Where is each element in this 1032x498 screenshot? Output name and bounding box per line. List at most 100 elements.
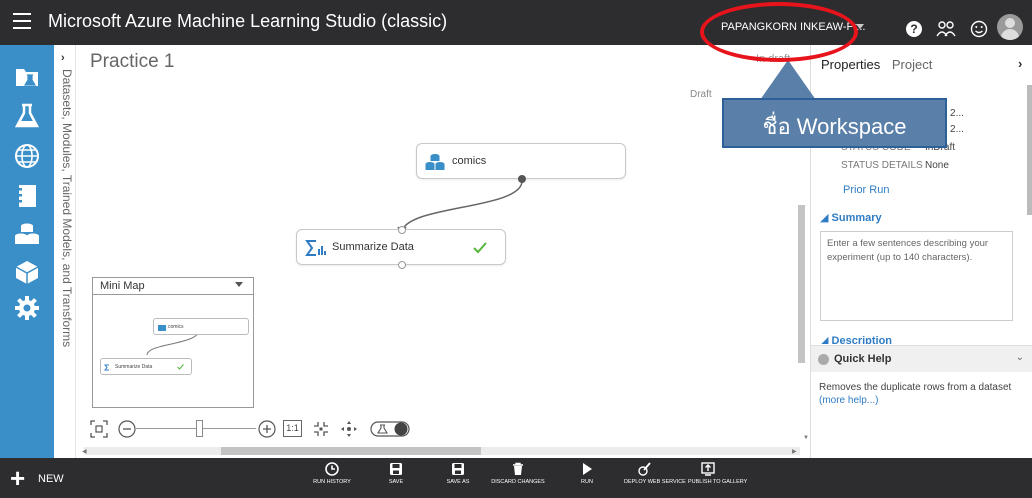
feedback-smiley-icon[interactable] (970, 20, 988, 38)
pan-icon[interactable] (340, 420, 358, 438)
web-services-icon[interactable] (14, 143, 40, 169)
chevron-right-icon[interactable]: › (61, 52, 65, 64)
trained-models-icon[interactable] (14, 259, 40, 285)
save-as-button[interactable]: SAVE AS (438, 462, 478, 496)
node-label: comics (452, 155, 487, 167)
dataset-icon (158, 325, 166, 331)
summary-heading-label: Summary (831, 212, 882, 224)
button-label: RUN HISTORY (313, 479, 351, 485)
module-palette[interactable]: › Datasets, Modules, Trained Models, and… (54, 45, 76, 458)
community-icon[interactable] (936, 20, 956, 38)
quick-help-title: Quick Help (834, 353, 892, 365)
property-row: STATUS DETAILS None (841, 160, 949, 171)
save-button[interactable]: SAVE (376, 462, 416, 496)
deploy-web-service-button[interactable]: DEPLOY WEB SERVICE (624, 462, 686, 496)
input-port[interactable] (398, 226, 406, 234)
mini-map-node-label: Summarize Data (115, 364, 153, 370)
tab-properties[interactable]: Properties (821, 57, 880, 72)
plus-icon: + (10, 463, 26, 493)
zoom-in-icon[interactable] (258, 420, 276, 438)
quick-help-text: Removes the duplicate rows from a datase… (819, 382, 1012, 393)
experiment-canvas[interactable]: Practice 1 In draft Draft comics Summari… (76, 45, 810, 458)
zoom-out-icon[interactable] (118, 420, 136, 438)
property-value: None (925, 160, 949, 171)
button-label: DISCARD CHANGES (491, 479, 545, 485)
run-icon (583, 463, 592, 475)
highlight-ellipse (700, 2, 858, 62)
module-node-summarize-data[interactable]: Summarize Data (296, 226, 506, 269)
vertical-scrollbar[interactable] (798, 205, 805, 363)
prior-run-link[interactable]: Prior Run (843, 184, 889, 196)
palette-label: Datasets, Modules, Trained Models, and T… (60, 69, 74, 348)
button-label: SAVE AS (446, 479, 470, 485)
summary-heading[interactable]: ◢ Summary (820, 211, 882, 224)
description-heading[interactable]: ◢ Description (820, 334, 892, 344)
toggle-experiment-view-icon[interactable] (370, 420, 410, 438)
discard-changes-button[interactable]: DISCARD CHANGES (488, 462, 548, 496)
quick-help-bar[interactable]: Quick Help ⌄ (811, 345, 1032, 372)
actual-size-button[interactable]: 1:1 (283, 420, 302, 437)
zoom-fit-icon[interactable] (312, 420, 330, 438)
scroll-right-arrow-icon[interactable]: ▶ (792, 448, 797, 455)
properties-tabs: Properties Project (821, 57, 932, 72)
fit-to-screen-icon[interactable] (90, 420, 108, 438)
output-port[interactable] (398, 261, 406, 269)
dataset-icon (425, 154, 445, 170)
output-port[interactable] (518, 175, 526, 183)
collapse-triangle-icon: ◢ (820, 212, 832, 224)
publish-icon (701, 462, 715, 476)
mini-map-header[interactable]: Mini Map (93, 278, 253, 295)
scroll-down-arrow-icon[interactable]: ▼ (803, 435, 809, 441)
trash-icon (513, 462, 523, 475)
button-label: SAVE (388, 479, 404, 485)
run-history-button[interactable]: RUN HISTORY (308, 462, 356, 496)
new-label: NEW (38, 473, 64, 485)
mini-map-node: comics (153, 318, 249, 335)
save-as-icon (452, 463, 464, 475)
new-button[interactable]: + NEW (10, 463, 80, 493)
publish-to-gallery-button[interactable]: PUBLISH TO GALLERY (688, 462, 747, 496)
properties-scrollbar[interactable] (1027, 85, 1032, 215)
summarize-sigma-icon (104, 364, 109, 371)
run-button[interactable]: RUN (570, 462, 604, 496)
settings-gear-icon[interactable] (14, 295, 40, 321)
horizontal-scrollbar-thumb[interactable] (221, 447, 481, 455)
callout-text: ชื่อ Workspace (762, 114, 907, 139)
mini-map-title: Mini Map (100, 280, 145, 292)
quick-help-icon (818, 354, 829, 365)
app-title: Microsoft Azure Machine Learning Studio … (48, 11, 448, 31)
connector-line (401, 180, 523, 234)
mini-map[interactable]: Mini Map comics Summarize Data (92, 277, 254, 408)
zoom-toolbar: 1:1 (90, 418, 430, 440)
left-nav (0, 45, 54, 458)
mini-map-node-label: comics (168, 324, 184, 330)
description-heading-label: Description (831, 335, 893, 344)
help-icon[interactable]: ? (906, 21, 922, 37)
chevron-right-icon[interactable]: › (1018, 56, 1022, 71)
scroll-left-arrow-icon[interactable]: ◀ (82, 448, 87, 455)
more-help-link[interactable]: (more help...) (819, 395, 878, 406)
summarize-sigma-icon (305, 240, 326, 256)
chevron-down-icon[interactable]: ⌄ (1016, 352, 1024, 363)
hamburger-menu-icon[interactable] (13, 13, 31, 29)
projects-icon[interactable] (14, 63, 40, 89)
button-label: RUN (581, 479, 593, 485)
dataset-node-comics[interactable]: comics (416, 143, 626, 183)
top-bar: Microsoft Azure Machine Learning Studio … (0, 0, 1032, 45)
datasets-icon[interactable] (14, 221, 40, 247)
collapse-triangle-icon: ◢ (820, 335, 832, 344)
chevron-down-icon[interactable] (235, 282, 243, 287)
tab-project[interactable]: Project (892, 57, 932, 72)
summary-textarea[interactable]: Enter a few sentences describing your ex… (820, 231, 1013, 321)
checkmark-success-icon (177, 364, 184, 370)
workspace-callout: ชื่อ Workspace (722, 98, 947, 148)
zoom-slider-handle[interactable] (196, 420, 203, 437)
quick-help-content: Removes the duplicate rows from a datase… (819, 381, 1025, 407)
notebooks-icon[interactable] (14, 183, 40, 209)
mini-map-node: Summarize Data (100, 358, 192, 375)
node-label: Summarize Data (332, 241, 414, 253)
avatar[interactable] (997, 14, 1023, 40)
deploy-icon (638, 462, 651, 476)
property-key: STATUS DETAILS (841, 160, 923, 171)
experiments-icon[interactable] (14, 103, 40, 129)
